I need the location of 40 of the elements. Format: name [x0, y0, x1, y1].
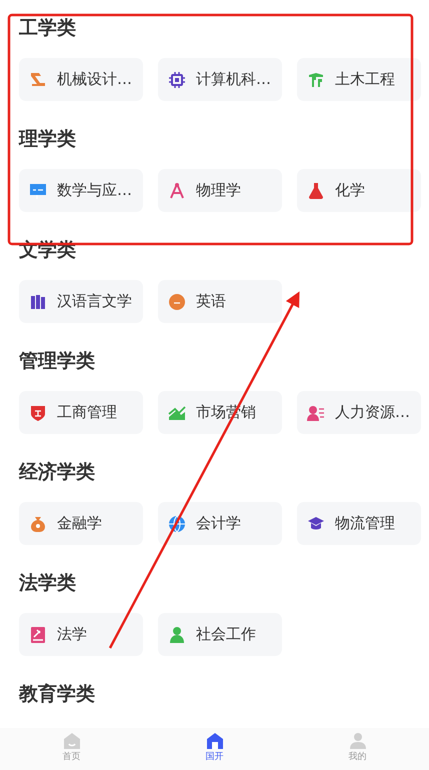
major-button[interactable]: 物理学 [158, 169, 282, 212]
compass-icon [168, 182, 186, 200]
major-button[interactable]: 化学 [297, 169, 421, 212]
category-heading: 管理学类 [19, 349, 96, 374]
trend-chart-icon [168, 404, 186, 422]
major-button[interactable]: 会计学 [158, 502, 282, 545]
major-button[interactable]: 社会工作 [158, 613, 282, 656]
person-icon [168, 626, 186, 644]
major-button[interactable]: 土木工程 [297, 58, 421, 101]
chalkboard-icon [29, 182, 47, 200]
tab-bar-item[interactable]: 国开 [143, 728, 286, 770]
chip-icon [168, 70, 186, 88]
major-button[interactable]: 机械设计… [19, 58, 143, 101]
bars-icon [29, 292, 47, 310]
category-heading: 工学类 [19, 16, 77, 41]
house-icon [62, 732, 80, 750]
major-button[interactable]: 金融学 [19, 502, 143, 545]
shield-icon [29, 404, 47, 422]
major-button[interactable]: 计算机科… [158, 58, 282, 101]
category-heading: 法学类 [19, 571, 77, 596]
category-heading: 理学类 [19, 127, 77, 152]
money-bag-icon [29, 514, 47, 532]
major-button[interactable]: 物流管理 [297, 502, 421, 545]
major-button[interactable]: 汉语言文学 [19, 280, 143, 323]
round-badge-icon [168, 292, 186, 310]
major-button[interactable]: 法学 [19, 613, 143, 656]
person-list-icon [307, 404, 325, 422]
crane-icon [307, 70, 325, 88]
person-icon [348, 732, 366, 750]
globe-icon [168, 514, 186, 532]
category-heading: 经济学类 [19, 460, 96, 485]
major-button[interactable]: 数学与应… [19, 169, 143, 212]
major-button[interactable]: 人力资源… [297, 391, 421, 434]
law-book-icon [29, 626, 47, 644]
category-heading: 教育学类 [19, 682, 96, 707]
major-button[interactable]: 工商管理 [19, 391, 143, 434]
flask-icon [307, 182, 325, 200]
major-button[interactable]: 英语 [158, 280, 282, 323]
graduation-cap-icon [307, 514, 325, 532]
house-icon [206, 732, 224, 750]
